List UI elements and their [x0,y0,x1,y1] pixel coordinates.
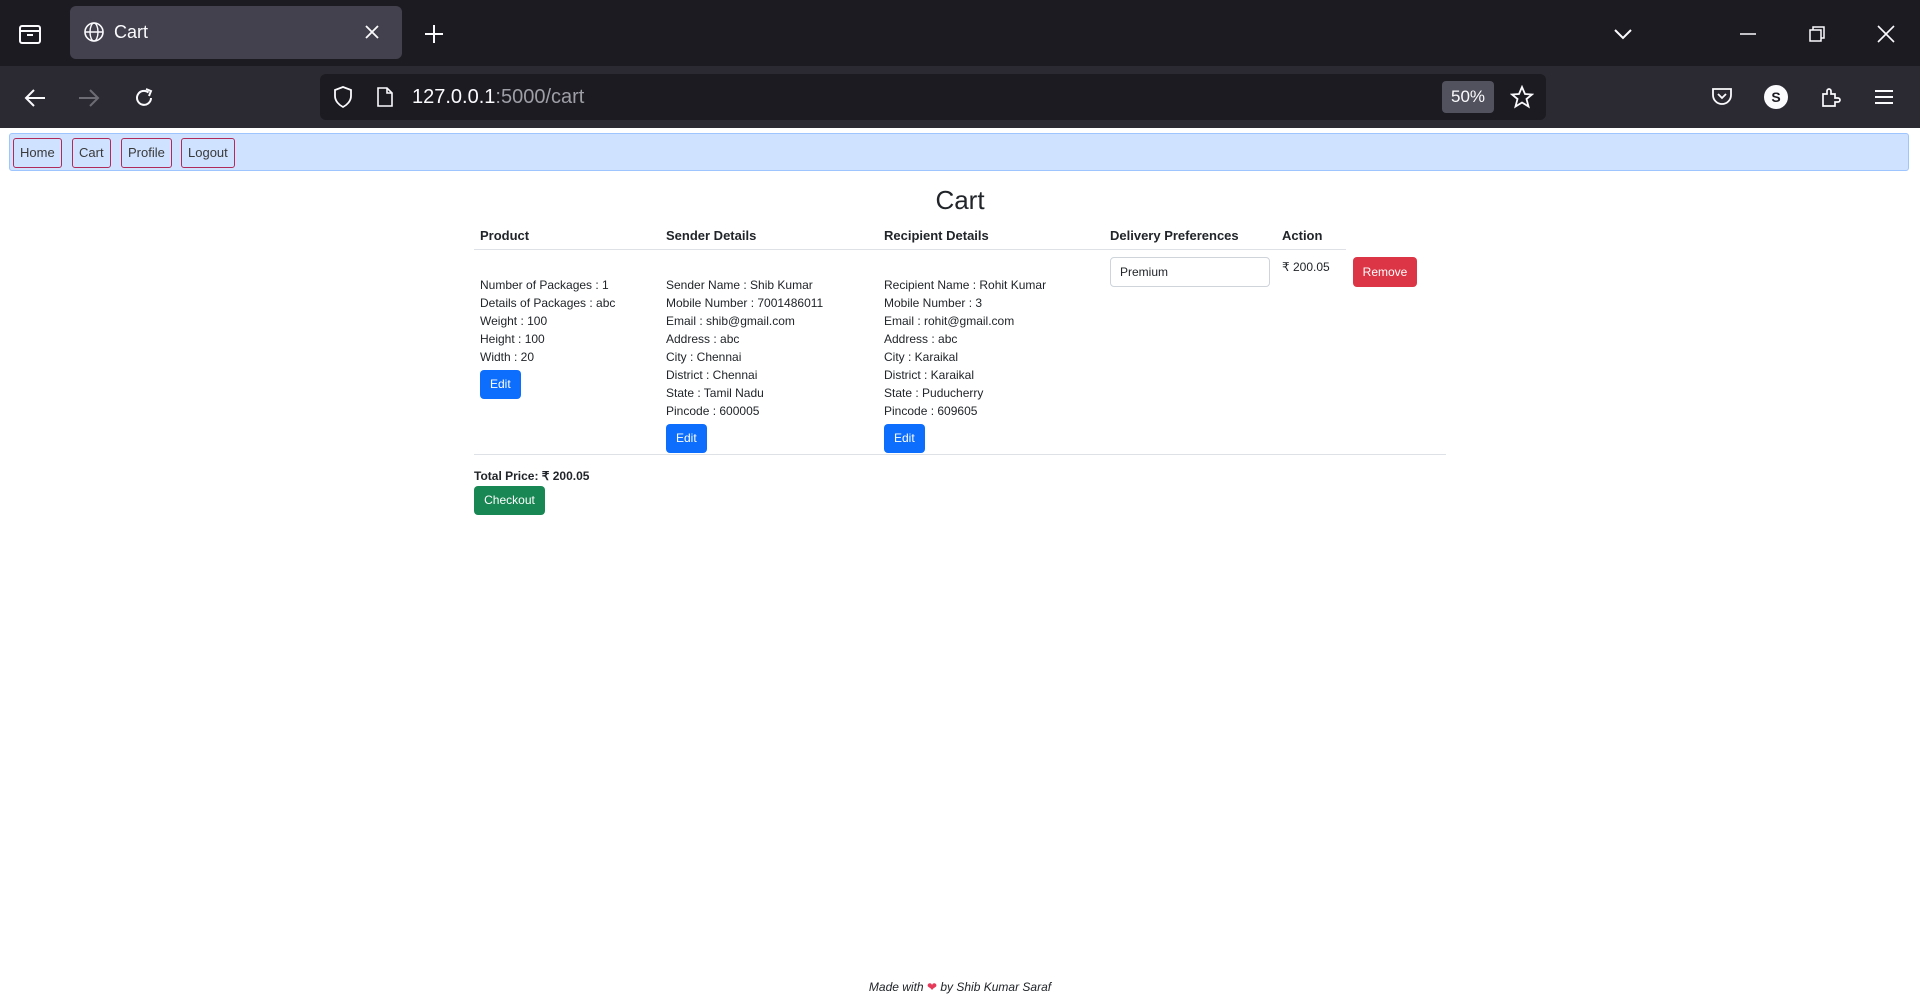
tab-cart[interactable]: Cart [70,6,402,59]
delivery-preference-select[interactable]: Premium [1110,257,1270,287]
sender-detail-line: Email : shib@gmail.com [666,314,795,328]
checkout-button[interactable]: Checkout [474,486,545,515]
nav-home-button[interactable]: Home [13,138,62,168]
product-detail-line: Weight : 100 [480,314,548,328]
browser-toolbar: 127.0.0.1:5000/cart 50% S [0,66,1920,128]
nav-profile-button[interactable]: Profile [121,138,172,168]
tab-title: Cart [114,22,149,42]
nav-logout-button[interactable]: Logout [181,138,235,168]
recipient-detail-line: Pincode : 609605 [884,404,978,418]
header-sender-details: Sender Details [666,228,757,243]
edit-sender-button[interactable]: Edit [666,424,707,453]
remove-button[interactable]: Remove [1353,257,1417,287]
minimize-icon[interactable] [1734,20,1762,48]
browser-tab-bar: Cart [0,0,1920,66]
recipient-detail-line: District : Karaikal [884,368,975,382]
tab-overview-icon[interactable] [14,18,46,50]
url-text[interactable]: 127.0.0.1:5000/cart [412,74,584,120]
app-navbar: Home Cart Profile Logout [9,133,1909,171]
url-path: :5000/cart [495,86,585,108]
sender-detail-line: Sender Name : Shib Kumar [666,278,813,292]
restore-icon[interactable] [1803,20,1831,48]
header-product: Product [480,228,530,243]
sender-detail-line: Address : abc [666,332,740,346]
header-recipient-details: Recipient Details [884,228,989,243]
heart-icon: ❤ [926,980,938,994]
sender-detail-line: City : Chennai [666,350,742,364]
account-avatar[interactable]: S [1764,85,1788,109]
recipient-detail-line: Email : rohit@gmail.com [884,314,1015,328]
back-arrow-icon[interactable] [20,83,50,113]
recipient-detail-line: Mobile Number : 3 [884,296,983,310]
recipient-detail-line: City : Karaikal [884,350,959,364]
page-info-icon[interactable] [372,84,398,110]
list-all-tabs-icon[interactable] [1609,20,1637,48]
forward-arrow-icon[interactable] [74,83,104,113]
edit-recipient-button[interactable]: Edit [884,424,925,453]
nav-cart-button[interactable]: Cart [72,138,111,168]
page-title: Cart [935,185,985,215]
shield-icon[interactable] [330,84,356,110]
footer: Made with ❤ by Shib Kumar Saraf [0,980,1920,994]
recipient-detail-line: State : Puducherry [884,386,984,400]
address-bar[interactable]: 127.0.0.1:5000/cart 50% [320,74,1546,120]
footer-author: by Shib Kumar Saraf [940,980,1052,994]
sender-detail-line: District : Chennai [666,368,758,382]
extensions-icon[interactable] [1816,83,1844,111]
bookmark-star-icon[interactable] [1508,83,1536,111]
recipient-cell: Recipient Name : Rohit Kumar Mobile Numb… [884,276,1046,453]
sender-cell: Sender Name : Shib Kumar Mobile Number :… [666,276,823,453]
new-tab-icon[interactable] [420,20,448,48]
product-detail-line: Width : 20 [480,350,535,364]
close-window-icon[interactable] [1872,20,1900,48]
reload-icon[interactable] [129,83,159,113]
edit-product-button[interactable]: Edit [480,370,521,399]
product-detail-line: Details of Packages : abc [480,296,616,310]
recipient-detail-line: Address : abc [884,332,958,346]
header-action: Action [1282,228,1323,243]
row-divider [474,454,1446,455]
sender-detail-line: State : Tamil Nadu [666,386,764,400]
total-price: Total Price: ₹ 200.05 [474,469,590,483]
header-divider [474,249,1346,250]
url-host: 127.0.0.1 [412,86,496,108]
recipient-detail-line: Recipient Name : Rohit Kumar [884,278,1047,292]
footer-prefix: Made with [868,980,924,994]
sender-detail-line: Mobile Number : 7001486011 [666,296,824,310]
pocket-icon[interactable] [1708,83,1736,111]
sender-detail-line: Pincode : 600005 [666,404,760,418]
product-detail-line: Number of Packages : 1 [480,278,609,292]
product-cell: Number of Packages : 1 Details of Packag… [480,276,615,399]
product-detail-line: Height : 100 [480,332,545,346]
hamburger-menu-icon[interactable] [1870,83,1898,111]
header-delivery-preferences: Delivery Preferences [1110,228,1239,243]
close-tab-icon[interactable] [360,20,384,44]
zoom-level[interactable]: 50% [1442,81,1494,113]
item-price: ₹ 200.05 [1282,260,1330,274]
globe-icon [82,20,106,44]
